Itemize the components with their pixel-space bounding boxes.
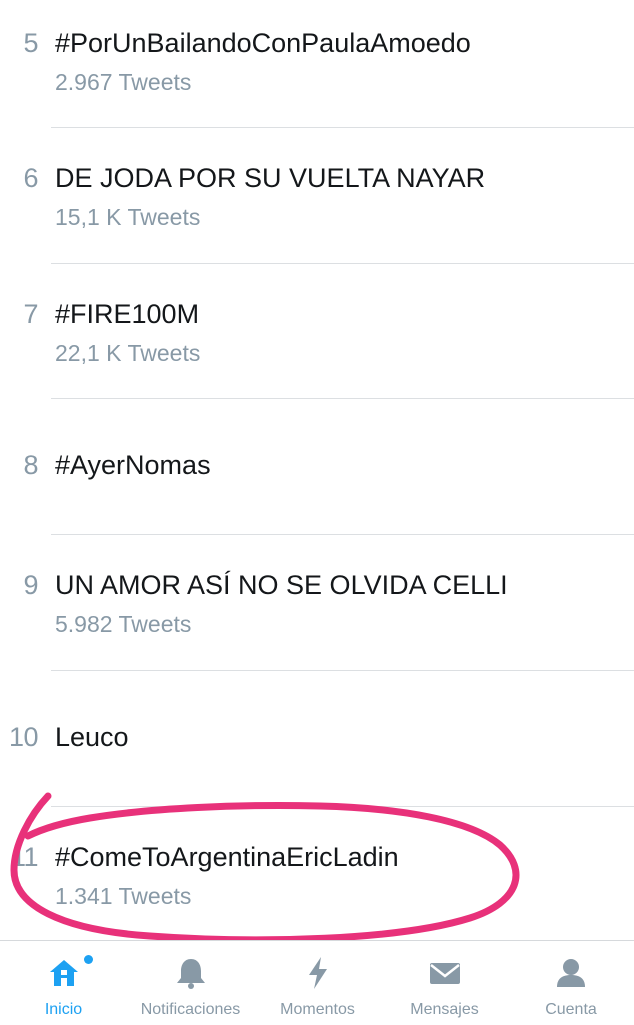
trend-tweet-count: 2.967 Tweets (55, 69, 192, 95)
tab-inicio[interactable]: Inicio (0, 941, 127, 1025)
trend-name[interactable]: #FIRE100M (55, 299, 199, 329)
trend-item[interactable]: 10 Leuco (0, 722, 634, 857)
trend-name[interactable]: Leuco (55, 722, 129, 752)
trend-item[interactable]: 5 #PorUnBailandoConPaulaAmoedo 2.967 Twe… (0, 28, 634, 163)
trend-rank: 10 (8, 722, 39, 752)
trend-rank: 11 (10, 842, 39, 872)
trend-name[interactable]: #AyerNomas (55, 450, 211, 480)
trend-tweet-count: 15,1 K Tweets (55, 204, 201, 230)
trend-tweet-count: 5.982 Tweets (55, 611, 192, 637)
trend-item[interactable]: 7 #FIRE100M 22,1 K Tweets (0, 299, 634, 434)
trend-item[interactable]: 9 UN AMOR ASÍ NO SE OLVIDA CELLI 5.982 T… (0, 570, 634, 705)
trend-name[interactable]: #PorUnBailandoConPaulaAmoedo (55, 28, 471, 58)
trend-item[interactable]: 6 DE JODA POR SU VUELTA NAYAR 15,1 K Twe… (0, 163, 634, 298)
lightning-icon (308, 957, 327, 989)
tab-cuenta[interactable]: Cuenta (508, 941, 634, 1025)
trend-name[interactable]: #ComeToArgentinaEricLadin (55, 842, 399, 872)
divider (51, 127, 634, 128)
trend-name[interactable]: UN AMOR ASÍ NO SE OLVIDA CELLI (55, 570, 508, 600)
tab-label: Notificaciones (140, 1001, 241, 1018)
divider (51, 263, 634, 264)
divider (51, 534, 634, 535)
tab-label: Cuenta (545, 1001, 597, 1018)
trend-name[interactable]: DE JODA POR SU VUELTA NAYAR (55, 163, 485, 193)
tab-momentos[interactable]: Momentos (254, 941, 381, 1025)
tab-bar: Inicio Notificaciones Momentos Mensajes … (0, 940, 634, 1025)
tab-mensajes[interactable]: Mensajes (381, 941, 508, 1025)
trend-rank: 9 (23, 570, 38, 600)
divider (51, 806, 634, 807)
tab-label: Mensajes (410, 1001, 479, 1018)
tab-label: Momentos (280, 1001, 355, 1018)
trend-rank: 8 (23, 450, 38, 480)
trend-tweet-count: 22,1 K Tweets (55, 340, 201, 366)
person-icon (557, 959, 585, 987)
trend-rank: 6 (23, 163, 38, 193)
new-content-dot (84, 955, 93, 964)
bell-icon (176, 959, 205, 989)
trends-list: 5 #PorUnBailandoConPaulaAmoedo 2.967 Twe… (0, 0, 634, 940)
tab-notificaciones[interactable]: Notificaciones (127, 941, 254, 1025)
trend-rank: 5 (23, 28, 38, 58)
home-icon (49, 960, 78, 986)
trend-item[interactable]: 8 #AyerNomas (0, 450, 634, 585)
trend-rank: 7 (23, 299, 38, 329)
divider (51, 670, 634, 671)
divider (51, 398, 634, 399)
envelope-icon (429, 963, 460, 984)
trend-tweet-count: 1.341 Tweets (55, 883, 192, 909)
tab-label: Inicio (44, 1001, 83, 1018)
